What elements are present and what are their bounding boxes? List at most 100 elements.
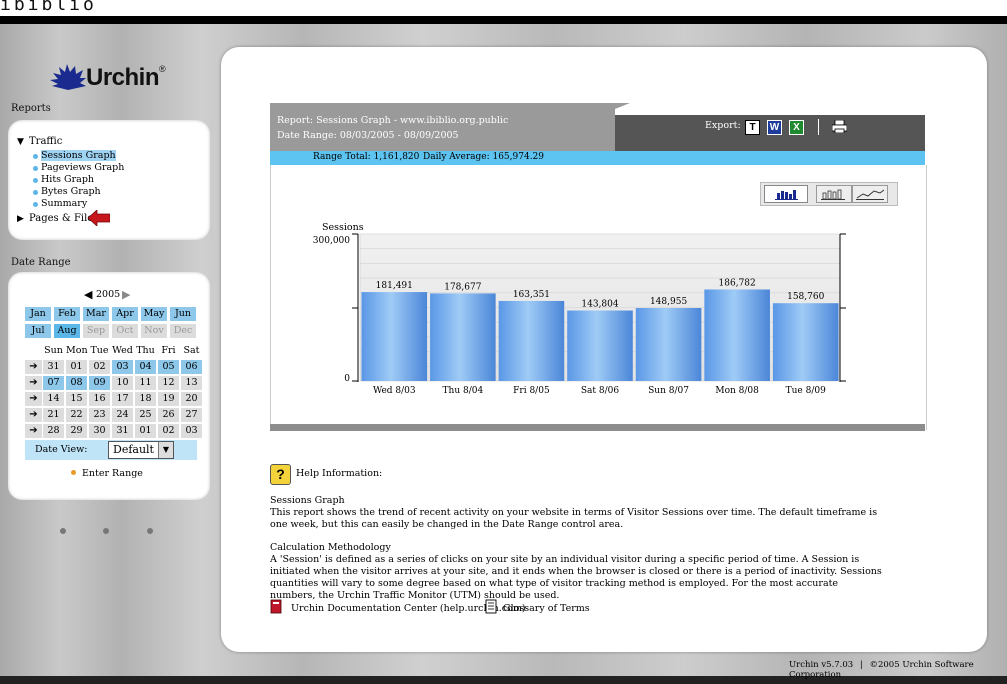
- nav-item-pageviews-graph[interactable]: Pageviews Graph: [8, 162, 208, 174]
- bar-3[interactable]: [498, 300, 565, 381]
- date-view-select[interactable]: Default ▼: [108, 441, 174, 459]
- calendar-day[interactable]: 28: [43, 424, 64, 438]
- screw-icon: [103, 528, 109, 534]
- nav-traffic[interactable]: ▼ Traffic: [17, 136, 62, 147]
- select-week-arrow-icon[interactable]: ➔: [25, 360, 42, 374]
- month-jan[interactable]: Jan: [25, 307, 51, 321]
- month-jun[interactable]: Jun: [170, 307, 196, 321]
- select-week-arrow-icon[interactable]: ➔: [25, 424, 42, 438]
- month-apr[interactable]: Apr: [112, 307, 138, 321]
- x-tick-label: Fri 8/05: [513, 386, 550, 396]
- chart-box: Sessions 300,000 0 181,491 Wed 8/03 178,67…: [270, 165, 927, 430]
- export-text-icon[interactable]: T: [745, 120, 760, 135]
- month-aug[interactable]: Aug: [54, 324, 80, 338]
- nav-item-label: Summary: [41, 198, 88, 209]
- calendar-day[interactable]: 06: [181, 360, 202, 374]
- export-word-icon[interactable]: W: [767, 120, 782, 135]
- nav-item-label: Pageviews Graph: [41, 162, 125, 173]
- y-tick-label: 0: [344, 374, 350, 384]
- bar-5[interactable]: [635, 308, 702, 381]
- calendar-day[interactable]: 27: [181, 408, 202, 422]
- calendar-day[interactable]: 03: [112, 360, 133, 374]
- calendar-day[interactable]: 17: [112, 392, 133, 406]
- report-title-slant: [600, 103, 630, 115]
- footer-divider: |: [859, 660, 863, 670]
- calendar-day[interactable]: 01: [135, 424, 156, 438]
- calendar-day[interactable]: 31: [112, 424, 133, 438]
- month-may[interactable]: May: [141, 307, 167, 321]
- month-feb[interactable]: Feb: [54, 307, 80, 321]
- nav-item-summary[interactable]: Summary: [8, 198, 208, 210]
- export-excel-icon[interactable]: X: [789, 120, 804, 135]
- month-jul[interactable]: Jul: [25, 324, 51, 338]
- calendar-day[interactable]: 24: [112, 408, 133, 422]
- weekday-label: Sat: [183, 345, 200, 356]
- calendar-day[interactable]: 22: [66, 408, 87, 422]
- bar-2[interactable]: [430, 293, 496, 381]
- screw-icon: [147, 528, 153, 534]
- help-title: Help Information:: [296, 468, 383, 479]
- calendar-day[interactable]: 30: [89, 424, 110, 438]
- glossary-link[interactable]: Glossary of Terms: [485, 599, 590, 614]
- calendar-day[interactable]: 14: [43, 392, 64, 406]
- bullet-icon: [33, 166, 38, 171]
- calendar-day[interactable]: 15: [66, 392, 87, 406]
- bar-value-label: 148,955: [650, 297, 687, 307]
- calendar-day[interactable]: 04: [135, 360, 156, 374]
- month-mar[interactable]: Mar: [83, 307, 109, 321]
- calendar-day[interactable]: 10: [112, 376, 133, 390]
- calendar-day[interactable]: 07: [43, 376, 64, 390]
- calendar-day[interactable]: 03: [181, 424, 202, 438]
- bullet-icon: [33, 190, 38, 195]
- red-book-icon: [270, 599, 282, 614]
- calendar-day[interactable]: 01: [66, 360, 87, 374]
- calendar-day[interactable]: 11: [135, 376, 156, 390]
- calendar-day[interactable]: 21: [43, 408, 64, 422]
- nav-item-hits-graph[interactable]: Hits Graph: [8, 174, 208, 186]
- select-week-arrow-icon[interactable]: ➔: [25, 408, 42, 422]
- calendar-day[interactable]: 08: [66, 376, 87, 390]
- enter-range-link[interactable]: Enter Range: [71, 468, 143, 479]
- calendar-day[interactable]: 31: [43, 360, 64, 374]
- weekday-label: Fri: [161, 345, 176, 356]
- calendar-day[interactable]: 12: [158, 376, 179, 390]
- calendar-day[interactable]: 23: [89, 408, 110, 422]
- select-week-arrow-icon[interactable]: ➔: [25, 376, 42, 390]
- calendar-day[interactable]: 19: [158, 392, 179, 406]
- calendar-day[interactable]: 26: [158, 408, 179, 422]
- collapsed-triangle-icon: ▶: [17, 214, 24, 224]
- orange-bullet-icon: [71, 470, 76, 475]
- nav-item-label: Bytes Graph: [41, 186, 101, 197]
- bar-6[interactable]: [704, 289, 770, 381]
- bullet-icon: [33, 202, 38, 207]
- bar-1[interactable]: [361, 292, 428, 381]
- calendar-day[interactable]: 02: [158, 424, 179, 438]
- print-icon[interactable]: [832, 120, 847, 133]
- bar-7[interactable]: [772, 303, 839, 381]
- red-arrow-icon: [88, 210, 110, 226]
- calendar-day[interactable]: 18: [135, 392, 156, 406]
- nav-item-sessions-graph[interactable]: Sessions Graph: [8, 150, 208, 162]
- calendar-day[interactable]: 02: [89, 360, 110, 374]
- prev-year-arrow-icon[interactable]: ◀: [84, 288, 92, 301]
- next-year-arrow-icon[interactable]: ▶: [122, 288, 130, 301]
- weekday-label: Tue: [90, 345, 109, 356]
- date-range-label: Date Range: [11, 257, 71, 268]
- nav-pages-files[interactable]: ▶ Pages & Files: [17, 213, 98, 224]
- select-week-arrow-icon[interactable]: ➔: [25, 392, 42, 406]
- sessions-chart: Sessions 300,000 0 181,491 Wed 8/03 178,67…: [313, 222, 846, 396]
- calendar-day[interactable]: 09: [89, 376, 110, 390]
- help-section-heading: Sessions Graph: [270, 495, 345, 506]
- logo-mark: ®: [159, 64, 166, 74]
- calendar-day[interactable]: 29: [66, 424, 87, 438]
- calendar-day[interactable]: 13: [181, 376, 202, 390]
- calendar-day[interactable]: 16: [89, 392, 110, 406]
- calendar-day[interactable]: 20: [181, 392, 202, 406]
- export-divider: [818, 119, 819, 135]
- calendar-day[interactable]: 25: [135, 408, 156, 422]
- nav-item-bytes-graph[interactable]: Bytes Graph: [8, 186, 208, 198]
- x-tick-label: Sat 8/06: [581, 386, 619, 396]
- calendar-day[interactable]: 05: [158, 360, 179, 374]
- bar-4[interactable]: [567, 310, 633, 381]
- footer-version: Urchin v5.7.03: [789, 660, 854, 670]
